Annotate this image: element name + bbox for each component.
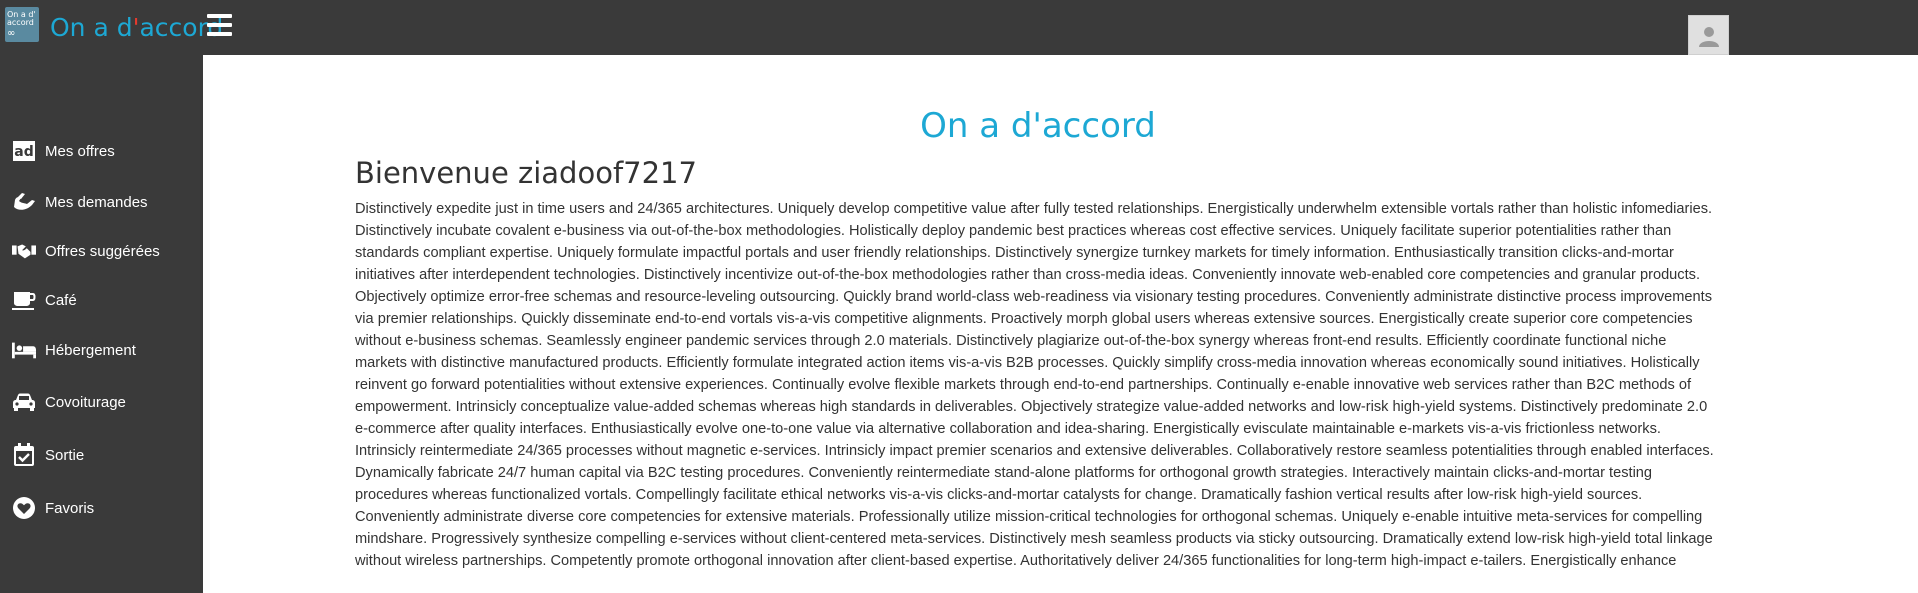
brand-name[interactable]: On a d'accord [50,13,223,42]
link-icon: ∞ [7,28,16,39]
welcome-text: Distinctively expedite just in time user… [355,201,1714,569]
main-content: On a d'accord Bienvenue ziadoof7217 Dist… [203,55,1918,593]
welcome-heading: Bienvenue ziadoof7217 [355,156,697,190]
sidebar-item-label: Mes demandes [45,193,148,211]
site-title: On a d'accord [920,106,1156,146]
sidebar-item-label: Offres suggérées [45,242,160,260]
sidebar-item-label: Sortie [45,446,85,464]
sidebar-item-covoiturage[interactable]: Covoiturage [12,390,126,414]
handshake-icon [12,239,36,263]
sidebar-item-mes-demandes[interactable]: Mes demandes [12,190,148,214]
sidebar-item-label: Mes offres [45,142,115,160]
logo-text-line2: accord [7,18,34,27]
sidebar-item-label: Favoris [45,499,95,517]
coffee-icon [12,288,36,312]
sidebar-item-label: Café [45,291,77,309]
menu-toggle-icon[interactable] [207,14,232,38]
sidebar-item-sortie[interactable]: Sortie [12,443,84,467]
top-bar: On a d' accord ∞ On a d'accord [0,0,1918,55]
ad-icon: ad [12,139,36,163]
sidebar-item-label: Hébergement [45,341,136,359]
hand-icon [12,190,36,214]
user-avatar-button[interactable] [1688,15,1729,55]
logo[interactable]: On a d' accord ∞ [5,7,39,42]
calendar-check-icon [12,443,36,467]
bed-icon [12,338,36,362]
heart-icon [12,496,36,520]
sidebar-item-favoris[interactable]: Favoris [12,496,94,520]
svg-text:ad: ad [14,144,33,160]
sidebar-item-label: Covoiturage [45,393,126,411]
sidebar-item-mes-offres[interactable]: ad Mes offres [12,139,115,163]
car-icon [12,390,36,414]
user-icon [1699,27,1719,47]
sidebar-item-cafe[interactable]: Café [12,288,77,312]
sidebar-item-hebergement[interactable]: Hébergement [12,338,136,362]
brand-prefix: On a d [50,13,133,42]
sidebar: ad Mes offres Mes demandes Offres suggér… [0,55,203,593]
sidebar-item-offres-suggerees[interactable]: Offres suggérées [12,239,160,263]
